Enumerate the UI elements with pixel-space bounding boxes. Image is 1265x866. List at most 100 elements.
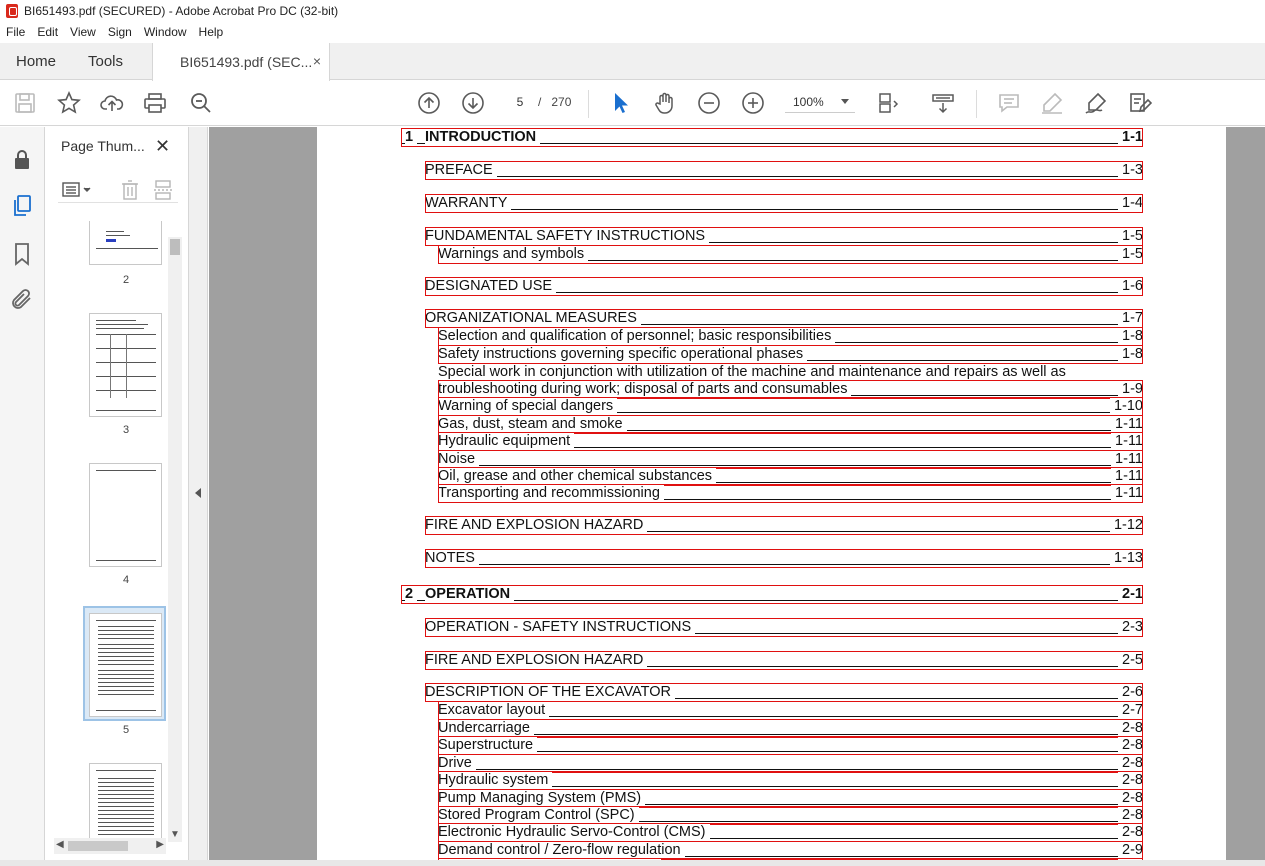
lock-icon[interactable] bbox=[10, 148, 34, 172]
menu-sign[interactable]: Sign bbox=[102, 25, 138, 39]
toc-entry[interactable]: WARRANTY 1-4 bbox=[425, 194, 1143, 213]
toc-link-box bbox=[438, 345, 1143, 364]
toc-link-box bbox=[425, 194, 1143, 213]
thumbnail-hscrollbar[interactable]: ◀ ▶ bbox=[54, 838, 166, 854]
toc-entry[interactable]: Warnings and symbols 1-5 bbox=[438, 245, 1143, 264]
toc-entry[interactable]: ORGANIZATIONAL MEASURES 1-7 bbox=[425, 309, 1143, 328]
hscrollbar-thumb[interactable] bbox=[68, 841, 128, 851]
select-cursor-icon[interactable] bbox=[609, 91, 633, 115]
save-icon[interactable] bbox=[13, 91, 37, 115]
toc-entry[interactable]: Hydraulic equipment 1-11 bbox=[438, 432, 1143, 451]
toc-entry[interactable]: Undercarriage 2-8 bbox=[438, 719, 1143, 738]
page-fit-icon[interactable] bbox=[876, 91, 900, 115]
toc-entry[interactable]: PREFACE 1-3 bbox=[425, 161, 1143, 180]
zoom-out-icon[interactable] bbox=[697, 91, 721, 115]
toc-entry[interactable]: Selection and qualification of personnel… bbox=[438, 327, 1143, 346]
toc-entry[interactable]: Stored Program Control (SPC) 2-8 bbox=[438, 806, 1143, 825]
toc-entry[interactable]: FIRE AND EXPLOSION HAZARD 1-12 bbox=[425, 516, 1143, 535]
toc-link-box bbox=[425, 277, 1143, 296]
close-tab-icon[interactable]: × bbox=[313, 53, 321, 69]
thumbnail-page-5[interactable] bbox=[89, 613, 162, 717]
hand-icon[interactable] bbox=[653, 91, 677, 115]
page-number-input[interactable] bbox=[505, 92, 535, 112]
zoom-search-icon[interactable] bbox=[189, 91, 213, 115]
status-strip bbox=[0, 860, 1265, 866]
tab-document-label: BI651493.pdf (SEC... bbox=[180, 54, 313, 70]
collapse-panel-icon[interactable] bbox=[195, 488, 201, 498]
toc-entry[interactable]: Gas, dust, steam and smoke 1-11 bbox=[438, 415, 1143, 434]
menu-window[interactable]: Window bbox=[138, 25, 193, 39]
panel-splitter[interactable] bbox=[188, 127, 208, 866]
title-bar: BI651493.pdf (SECURED) - Adobe Acrobat P… bbox=[0, 0, 1265, 22]
star-icon[interactable] bbox=[57, 91, 81, 115]
toc-entry[interactable]: Safety instructions governing specific o… bbox=[438, 345, 1143, 364]
toc-entry[interactable]: FUNDAMENTAL SAFETY INSTRUCTIONS 1-5 bbox=[425, 227, 1143, 246]
scroll-right-icon[interactable]: ▶ bbox=[156, 839, 164, 850]
thumbnail-page-4[interactable] bbox=[89, 463, 162, 567]
delete-page-icon[interactable] bbox=[120, 179, 140, 201]
zoom-select[interactable]: 100% bbox=[785, 91, 855, 113]
upload-icon[interactable] bbox=[100, 91, 124, 115]
thumbnail-page-3[interactable] bbox=[89, 313, 162, 417]
document-gutter bbox=[1227, 127, 1265, 866]
menu-file[interactable]: File bbox=[0, 25, 31, 39]
thumbnail-panel: Page Thum... ✕ 2 3 4 5 ▼ ◀ ▶ bbox=[46, 127, 188, 866]
toc-entry[interactable]: FIRE AND EXPLOSION HAZARD 2-5 bbox=[425, 651, 1143, 670]
toc-entry[interactable]: Hydraulic system 2-8 bbox=[438, 771, 1143, 790]
bookmark-icon[interactable] bbox=[10, 242, 34, 266]
toc-entry[interactable]: Superstructure 2-8 bbox=[438, 736, 1143, 755]
toc-entry[interactable]: Electronic Hydraulic Servo-Control (CMS)… bbox=[438, 823, 1143, 842]
attachment-icon[interactable] bbox=[10, 287, 34, 311]
document-viewer[interactable]: 1 INTRODUCTION 1-1 PREFACE 1-3 WARRANTY 1-4 FUN… bbox=[209, 127, 1265, 866]
thumbnail-page-number: 4 bbox=[122, 574, 130, 586]
zoom-in-icon[interactable] bbox=[741, 91, 765, 115]
prev-page-icon[interactable] bbox=[417, 91, 441, 115]
thumbnail-page-2[interactable] bbox=[89, 221, 162, 265]
toc-entry[interactable]: Transporting and recommissioning 1-11 bbox=[438, 484, 1143, 503]
tab-tools[interactable]: Tools bbox=[88, 43, 123, 80]
toc-entry[interactable]: troubleshooting during work; disposal of… bbox=[438, 380, 1143, 399]
print-icon[interactable] bbox=[143, 91, 167, 115]
pdf-page: 1 INTRODUCTION 1-1 PREFACE 1-3 WARRANTY 1-4 FUN… bbox=[317, 127, 1226, 866]
toc-link-box bbox=[438, 484, 1143, 503]
toc-link-box bbox=[438, 701, 1143, 720]
toc-entry[interactable]: Pump Managing System (PMS) 2-8 bbox=[438, 789, 1143, 808]
toc-entry[interactable]: NOTES 1-13 bbox=[425, 549, 1143, 568]
window-title: BI651493.pdf (SECURED) - Adobe Acrobat P… bbox=[24, 4, 339, 18]
toc-entry[interactable]: Warning of special dangers 1-10 bbox=[438, 397, 1143, 416]
toc-entry[interactable]: DESCRIPTION OF THE EXCAVATOR 2-6 bbox=[425, 683, 1143, 702]
highlight-icon[interactable] bbox=[1040, 91, 1064, 115]
extract-page-icon[interactable] bbox=[153, 179, 173, 201]
toc-entry[interactable]: Oil, grease and other chemical substance… bbox=[438, 467, 1143, 486]
thumbnail-scrollbar[interactable]: ▼ bbox=[168, 237, 182, 842]
menu-help[interactable]: Help bbox=[193, 25, 230, 39]
toc-entry[interactable]: Drive 2-8 bbox=[438, 754, 1143, 773]
toc-entry[interactable]: Excavator layout 2-7 bbox=[438, 701, 1143, 720]
toc-entry[interactable]: 1 INTRODUCTION 1-1 bbox=[401, 128, 1143, 147]
menu-edit[interactable]: Edit bbox=[31, 25, 64, 39]
scroll-left-icon[interactable]: ◀ bbox=[56, 839, 64, 850]
scrollbar-thumb[interactable] bbox=[170, 239, 180, 255]
options-menu-icon[interactable] bbox=[62, 180, 94, 200]
scroll-mode-icon[interactable] bbox=[931, 91, 955, 115]
toc-entry[interactable]: Noise 1-11 bbox=[438, 450, 1143, 469]
pages-icon[interactable] bbox=[10, 194, 34, 218]
menu-view[interactable]: View bbox=[64, 25, 102, 39]
toolbar-divider bbox=[976, 90, 977, 118]
tab-document[interactable]: BI651493.pdf (SEC... × bbox=[152, 43, 330, 81]
toc-entry[interactable]: DESIGNATED USE 1-6 bbox=[425, 277, 1143, 296]
close-panel-icon[interactable]: ✕ bbox=[155, 136, 170, 157]
thumbnail-page-6[interactable] bbox=[89, 763, 162, 843]
next-page-icon[interactable] bbox=[461, 91, 485, 115]
toc-entry[interactable]: 2 OPERATION 2-1 bbox=[401, 585, 1143, 604]
toc-entry[interactable]: OPERATION - SAFETY INSTRUCTIONS 2-3 bbox=[425, 618, 1143, 637]
sign-icon[interactable] bbox=[1084, 91, 1108, 115]
scroll-down-icon[interactable]: ▼ bbox=[170, 829, 180, 840]
toc-link-box bbox=[425, 651, 1143, 670]
fill-sign-icon[interactable] bbox=[1128, 91, 1152, 115]
toc-link-box bbox=[425, 549, 1143, 568]
tab-home[interactable]: Home bbox=[16, 43, 56, 80]
toc-link-box bbox=[438, 823, 1143, 842]
comment-icon[interactable] bbox=[997, 91, 1021, 115]
toc-entry[interactable]: Demand control / Zero-flow regulation 2-9 bbox=[438, 841, 1143, 860]
